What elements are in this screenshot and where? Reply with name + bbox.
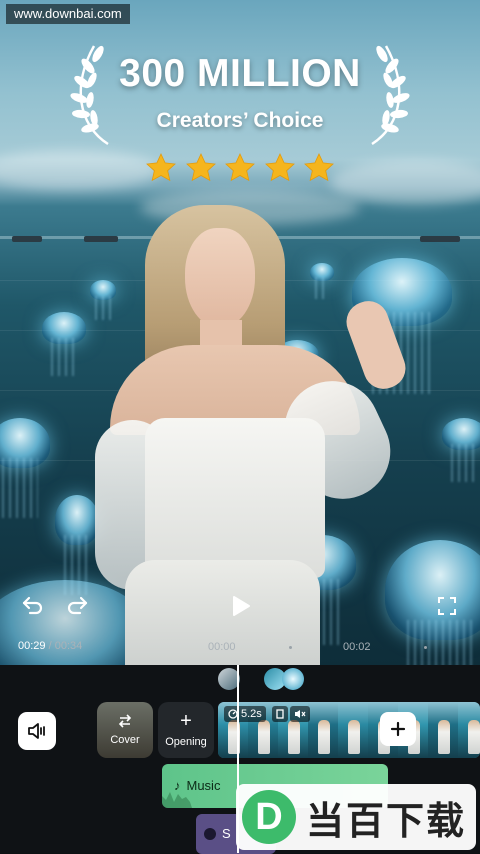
star-icon — [304, 153, 334, 182]
boat — [420, 236, 460, 242]
clip-mute-badge — [290, 706, 310, 722]
ruler-mark: 00:02 — [343, 641, 371, 653]
music-label: Music — [186, 778, 221, 793]
clip-crop-badge — [272, 706, 288, 722]
cover-button[interactable]: Cover — [97, 702, 153, 758]
boat — [12, 236, 42, 242]
site-watermark: www.downbai.com — [6, 4, 130, 24]
clip-frame — [458, 702, 480, 758]
clip-frame-figure — [318, 720, 330, 754]
music-note-icon: ♪ — [174, 778, 181, 793]
boat — [84, 236, 118, 242]
star-icon — [146, 153, 176, 182]
speaker-mute-icon — [28, 723, 45, 739]
clip-frame-figure — [348, 720, 360, 754]
jellyfish — [42, 312, 86, 344]
promo-subheadline: Creators’ Choice — [156, 109, 324, 132]
clip-frame-figure — [468, 720, 480, 754]
jellyfish — [90, 280, 116, 300]
logo-text: 当百下载 — [306, 800, 467, 843]
subject-face — [185, 228, 255, 328]
swap-icon — [118, 714, 132, 728]
play-icon[interactable] — [231, 595, 251, 617]
playback-time: 00:29 / 00:34 — [18, 640, 82, 652]
music-label-wrap: ♪ Music — [174, 778, 220, 793]
redo-icon[interactable] — [66, 595, 88, 615]
opening-label: Opening — [165, 736, 207, 748]
logo-mark: D — [242, 790, 296, 844]
star-icon — [185, 153, 216, 182]
transition-thumb[interactable] — [282, 668, 304, 690]
sticker-track-icon — [204, 828, 216, 840]
add-clip-button[interactable] — [380, 712, 416, 746]
clip-frame-figure — [258, 720, 270, 754]
clip-frame — [338, 702, 368, 758]
clip-mute-icon — [295, 710, 306, 718]
jellyfish — [385, 540, 480, 640]
mute-audio-button[interactable] — [18, 712, 56, 750]
crop-icon — [276, 709, 284, 719]
clip-frame — [308, 702, 338, 758]
star-icon — [225, 153, 255, 182]
current-time: 00:29 — [18, 640, 46, 652]
cloud — [0, 150, 160, 190]
clip-frame-figure — [288, 720, 300, 754]
jellyfish — [310, 263, 334, 281]
time-separator: / — [45, 640, 55, 652]
subject-corset — [145, 418, 325, 578]
cloud — [330, 160, 480, 205]
clip-duration: 5.2s — [241, 708, 262, 720]
total-time: 00:34 — [54, 640, 83, 652]
clip-frame-figure — [438, 720, 450, 754]
promo-headline: 300 MILLION — [119, 52, 361, 95]
clip-duration-badge: 5.2s — [224, 706, 266, 722]
fullscreen-icon[interactable] — [437, 596, 457, 616]
opening-button[interactable]: + Opening — [158, 702, 214, 758]
star-icon — [264, 153, 295, 182]
undo-icon[interactable] — [22, 595, 44, 615]
cover-label: Cover — [110, 734, 140, 746]
jellyfish — [442, 418, 480, 450]
jellyfish — [0, 418, 50, 468]
jellyfish — [55, 495, 99, 545]
rating-stars — [145, 152, 335, 188]
ruler-mark: 00:00 — [208, 641, 236, 653]
ruler-dot — [289, 646, 292, 649]
clip-frame — [428, 702, 458, 758]
plus-icon — [390, 721, 406, 737]
ruler-dot — [424, 646, 427, 649]
logo-watermark: D 当百下载 — [236, 784, 476, 850]
sticker-track-label: S — [222, 826, 231, 841]
plus-icon: + — [180, 710, 192, 732]
